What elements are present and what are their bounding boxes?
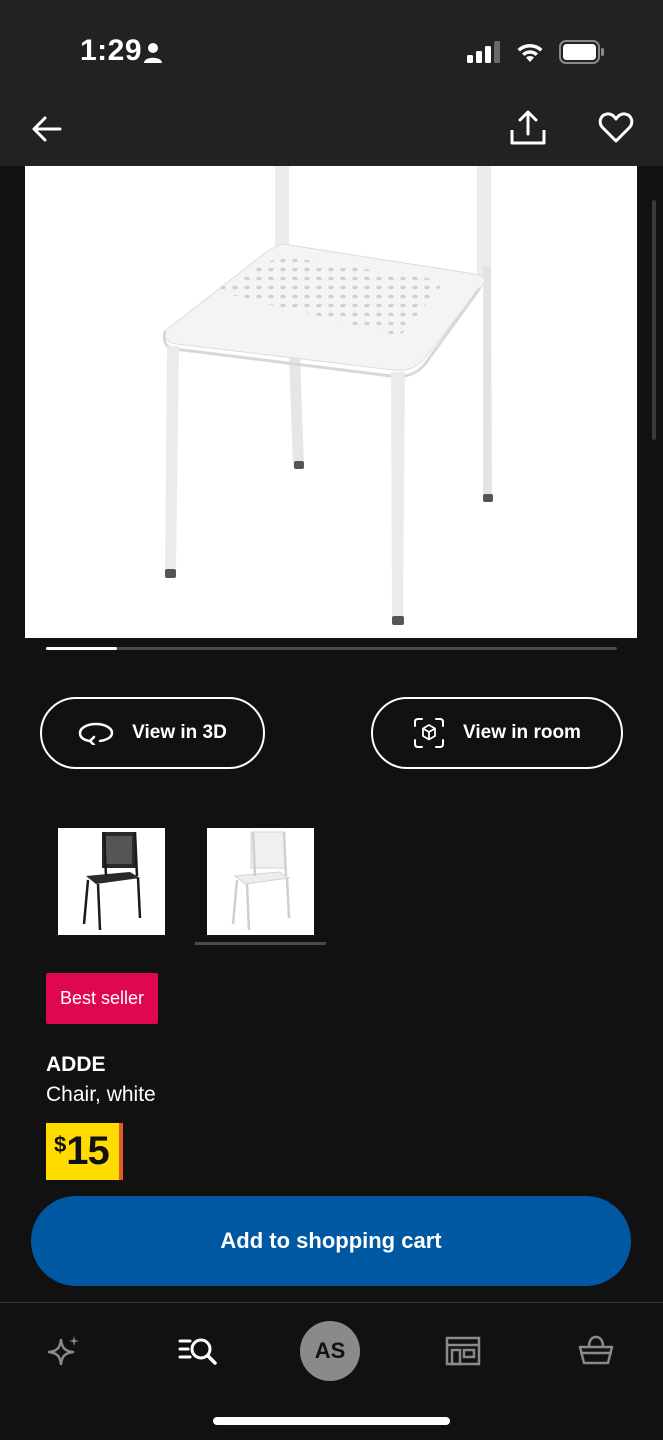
gallery-progress-fill: [46, 647, 118, 650]
tab-inspiration[interactable]: [34, 1321, 94, 1381]
top-nav-bar: [0, 100, 663, 166]
tab-search[interactable]: [168, 1321, 228, 1381]
basket-icon: [578, 1335, 614, 1365]
status-indicators: [467, 40, 605, 64]
search-list-icon: [178, 1338, 217, 1365]
price-box: $ 15: [46, 1123, 119, 1180]
profile-avatar: AS: [300, 1321, 360, 1381]
tab-store[interactable]: [433, 1321, 493, 1381]
scroll-indicator: [652, 200, 656, 440]
white-chair-thumbnail: [231, 831, 291, 931]
rotate-3d-icon: [78, 722, 114, 745]
tab-cart[interactable]: [566, 1321, 626, 1381]
view-in-3d-button[interactable]: View in 3D: [40, 697, 265, 769]
price-currency: $: [54, 1132, 67, 1157]
status-bar: 1:29: [0, 0, 663, 100]
battery-icon: [559, 40, 604, 64]
add-to-cart-button[interactable]: Add to shopping cart: [31, 1196, 631, 1286]
white-chair-illustration: [162, 166, 493, 625]
view-in-room-label: View in room: [463, 722, 581, 743]
share-icon[interactable]: [508, 108, 548, 148]
view-in-3d-label: View in 3D: [132, 722, 227, 743]
product-name: ADDE: [46, 1053, 106, 1076]
tab-profile[interactable]: AS: [300, 1321, 360, 1381]
variant-thumbnail-white[interactable]: [207, 828, 314, 935]
price-value: 15: [66, 1129, 109, 1173]
product-hero-image[interactable]: [25, 166, 637, 638]
variant-thumbnail-black[interactable]: [58, 828, 165, 935]
store-icon: [445, 1336, 481, 1366]
wifi-icon: [517, 43, 543, 62]
selected-variant-indicator: [195, 942, 326, 945]
sparkle-icon: [47, 1336, 79, 1366]
product-description: Chair, white: [46, 1083, 156, 1106]
home-indicator: [213, 1417, 450, 1425]
cellular-signal-icon: [467, 41, 500, 63]
price-edge-accent: [118, 1123, 123, 1180]
back-arrow-icon[interactable]: [30, 112, 64, 146]
best-seller-badge: Best seller: [46, 973, 159, 1024]
person-icon: [144, 43, 162, 63]
black-chair-thumbnail: [82, 831, 142, 931]
ar-cube-icon: [414, 718, 445, 748]
status-time: 1:29: [80, 34, 143, 67]
gallery-progress-track: [46, 647, 617, 650]
price-tag: $ 15: [46, 1123, 123, 1180]
heart-icon[interactable]: [598, 110, 634, 146]
view-in-room-button[interactable]: View in room: [371, 697, 623, 769]
